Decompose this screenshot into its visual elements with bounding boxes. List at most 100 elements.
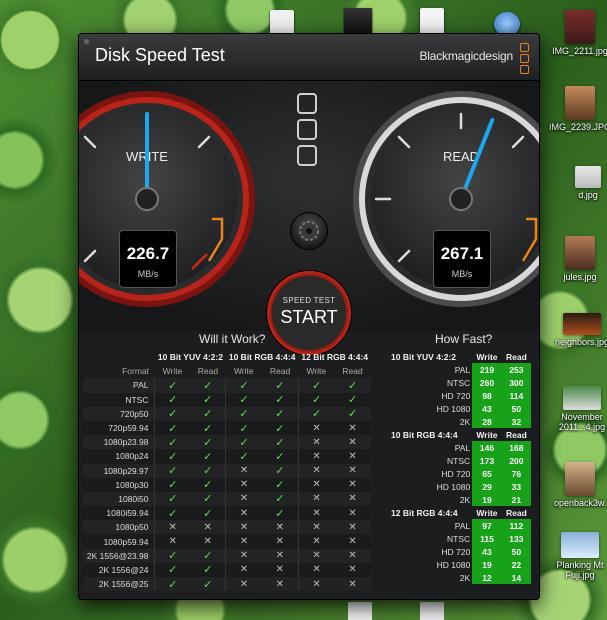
- check-icon: ✓: [203, 550, 213, 563]
- start-button-caption: SPEED TEST: [282, 296, 336, 305]
- settings-button[interactable]: [290, 212, 328, 250]
- table-row: PAL 146 168: [389, 441, 531, 454]
- table-row: 1080p24 ✓ ✓ ✓ ✓ ✕ ✕: [83, 449, 371, 464]
- how-fast-title: How Fast?: [435, 332, 493, 346]
- check-icon: ✓: [203, 479, 213, 492]
- read-header: Read: [269, 366, 291, 377]
- section-title: 10 Bit RGB 4:4:4: [391, 429, 458, 440]
- desktop-icon-document[interactable]: [348, 602, 372, 620]
- desktop-icon-neighbors[interactable]: neighbors.jpg: [555, 313, 607, 347]
- title-bar[interactable]: Disk Speed Test Blackmagicdesign: [79, 34, 539, 81]
- brand-logo-text: Blackmagicdesign: [419, 49, 513, 63]
- read-value: 267.1: [440, 244, 484, 263]
- toggle-square-icon[interactable]: [297, 93, 317, 114]
- write-speed-cell: 43: [472, 545, 502, 558]
- desktop-icon-d[interactable]: d.jpg: [562, 166, 607, 200]
- check-icon: ✓: [154, 477, 190, 492]
- desktop-icon-label: Planking Mt Fuji.jpg: [556, 560, 604, 580]
- write-speed-cell: 219: [472, 363, 502, 376]
- cross-icon: ✕: [348, 436, 357, 448]
- photo-thumbnail: [563, 386, 601, 410]
- check-icon: ✓: [203, 564, 213, 577]
- desktop-icon-november[interactable]: November 2011...4.jpg: [556, 386, 607, 432]
- desktop-icon-openback[interactable]: openback3w...y.jpg: [554, 462, 607, 508]
- desktop-icon-document[interactable]: [420, 8, 444, 34]
- write-speed-cell: 97: [472, 519, 502, 532]
- write-header: Write: [476, 351, 498, 362]
- cross-icon: ✕: [297, 506, 335, 521]
- desktop-icon-label: d.jpg: [578, 190, 598, 200]
- format-cell: 2K 1556@23.98: [86, 550, 149, 561]
- check-icon: ✓: [203, 422, 213, 435]
- cross-icon: ✕: [225, 520, 262, 535]
- table-row: 1080i50 ✓ ✓ ✕ ✓ ✕ ✕: [83, 491, 371, 507]
- subheader-row: Format Write Read Write Read Write Read: [83, 364, 371, 378]
- check-icon: ✓: [154, 449, 190, 464]
- format-cell: HD 1080: [436, 403, 471, 414]
- write-speed-cell: 12: [472, 571, 502, 584]
- table-row: NTSC 260 300: [389, 376, 531, 389]
- will-it-work-title: Will it Work?: [199, 332, 266, 346]
- check-icon: ✓: [347, 408, 358, 421]
- check-icon: ✓: [347, 379, 358, 392]
- check-icon: ✓: [154, 577, 190, 592]
- desktop-icon-img2211[interactable]: IMG_2211.jpg: [552, 10, 607, 56]
- read-speed-cell: 76: [501, 467, 531, 480]
- write-speed-cell: 65: [472, 467, 502, 480]
- read-header: Read: [505, 351, 527, 362]
- desktop-icon-jules[interactable]: jules.jpg: [554, 236, 606, 282]
- photo-thumbnail: [575, 166, 601, 188]
- cross-icon: ✕: [275, 550, 284, 562]
- check-icon: ✓: [275, 465, 285, 478]
- write-speed-cell: 98: [472, 389, 502, 402]
- toggle-square-icon[interactable]: [297, 119, 317, 140]
- read-gauge: READ 267.1 MB/s: [351, 89, 539, 309]
- check-icon: ✓: [225, 378, 262, 393]
- desktop-icon-document[interactable]: [420, 602, 444, 620]
- desktop-icon-photo[interactable]: [344, 8, 372, 34]
- photo-thumbnail: [565, 86, 595, 120]
- close-icon[interactable]: [84, 39, 89, 44]
- table-row: 1080p59.94 ✕ ✕ ✕ ✕ ✕ ✕: [83, 534, 371, 549]
- desktop-icon-img2239[interactable]: IMG_2239.JPG: [549, 86, 607, 132]
- format-cell: HD 1080: [436, 559, 471, 570]
- how-fast-rows: 10 Bit YUV 4:2:2 Write Read PAL 219 253 NTSC 26…: [389, 350, 531, 584]
- check-icon: ✓: [154, 406, 190, 421]
- table-row: HD 720 98 114: [389, 389, 531, 402]
- cross-icon: ✕: [225, 534, 262, 549]
- check-icon: ✓: [154, 420, 190, 436]
- check-icon: ✓: [154, 548, 190, 563]
- format-cell: HD 720: [441, 546, 471, 557]
- table-row: 720p50 ✓ ✓ ✓ ✓ ✓ ✓: [83, 406, 371, 421]
- read-speed-cell: 33: [501, 480, 531, 493]
- format-cell: HD 720: [441, 390, 471, 401]
- format-cell: PAL: [454, 364, 471, 375]
- table-row: 720p59.94 ✓ ✓ ✓ ✓ ✕ ✕: [83, 420, 371, 436]
- format-cell: PAL: [454, 442, 471, 453]
- start-button[interactable]: SPEED TEST START: [266, 270, 352, 356]
- cross-icon: ✕: [203, 521, 212, 533]
- brand-logo-icon: [520, 43, 530, 74]
- table-row: HD 720 65 76: [389, 467, 531, 480]
- write-header: Write: [233, 366, 254, 377]
- check-icon: ✓: [203, 578, 213, 591]
- write-header: Write: [476, 507, 498, 518]
- format-cell: 1080p23.98: [103, 437, 149, 448]
- table-row: HD 720 43 50: [389, 545, 531, 558]
- check-icon: ✓: [154, 463, 190, 478]
- desktop-icon-planking[interactable]: Planking Mt Fuji.jpg: [554, 532, 606, 580]
- cross-icon: ✕: [297, 477, 335, 492]
- format-cell: 2K: [459, 572, 471, 583]
- table-row: NTSC ✓ ✓ ✓ ✓ ✓ ✓: [83, 392, 371, 407]
- check-icon: ✓: [275, 422, 285, 435]
- desktop-icon-label: IMG_2211.jpg: [552, 46, 607, 56]
- cross-icon: ✕: [225, 562, 262, 577]
- cross-icon: ✕: [203, 536, 212, 548]
- toggle-square-icon[interactable]: [297, 145, 317, 166]
- check-icon: ✓: [225, 435, 262, 450]
- read-speed-cell: 50: [501, 545, 531, 558]
- write-speed-cell: 146: [472, 441, 502, 454]
- table-row: 2K 1556@25 ✓ ✓ ✕ ✕ ✕ ✕: [83, 577, 371, 592]
- cross-icon: ✕: [297, 577, 335, 592]
- cross-icon: ✕: [348, 521, 357, 533]
